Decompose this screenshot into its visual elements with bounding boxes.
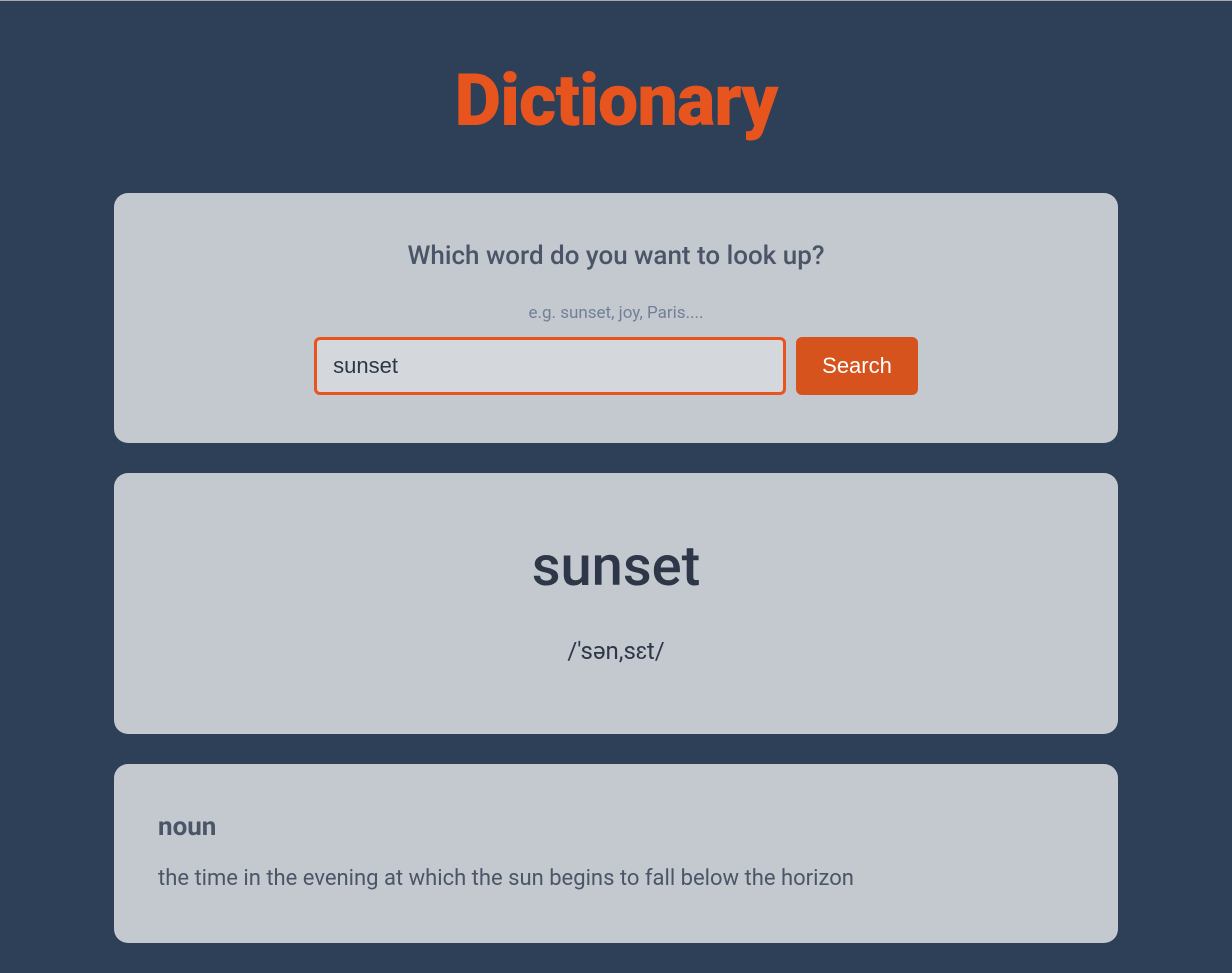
result-phonetic: /'sən,sɛt/ [158, 637, 1074, 666]
definition-card: noun the time in the evening at which th… [114, 764, 1118, 943]
part-of-speech: noun [158, 812, 1074, 842]
result-card: sunset /'sən,sɛt/ [114, 473, 1118, 734]
search-button[interactable]: Search [796, 337, 918, 395]
search-hint: e.g. sunset, joy, Paris.... [158, 303, 1074, 323]
search-row: Search [158, 337, 1074, 395]
search-prompt: Which word do you want to look up? [158, 241, 1074, 271]
definition-text: the time in the evening at which the sun… [158, 862, 1074, 895]
search-input[interactable] [314, 337, 786, 395]
search-card: Which word do you want to look up? e.g. … [114, 193, 1118, 443]
page-title: Dictionary [114, 3, 1118, 193]
result-word: sunset [158, 533, 1074, 599]
